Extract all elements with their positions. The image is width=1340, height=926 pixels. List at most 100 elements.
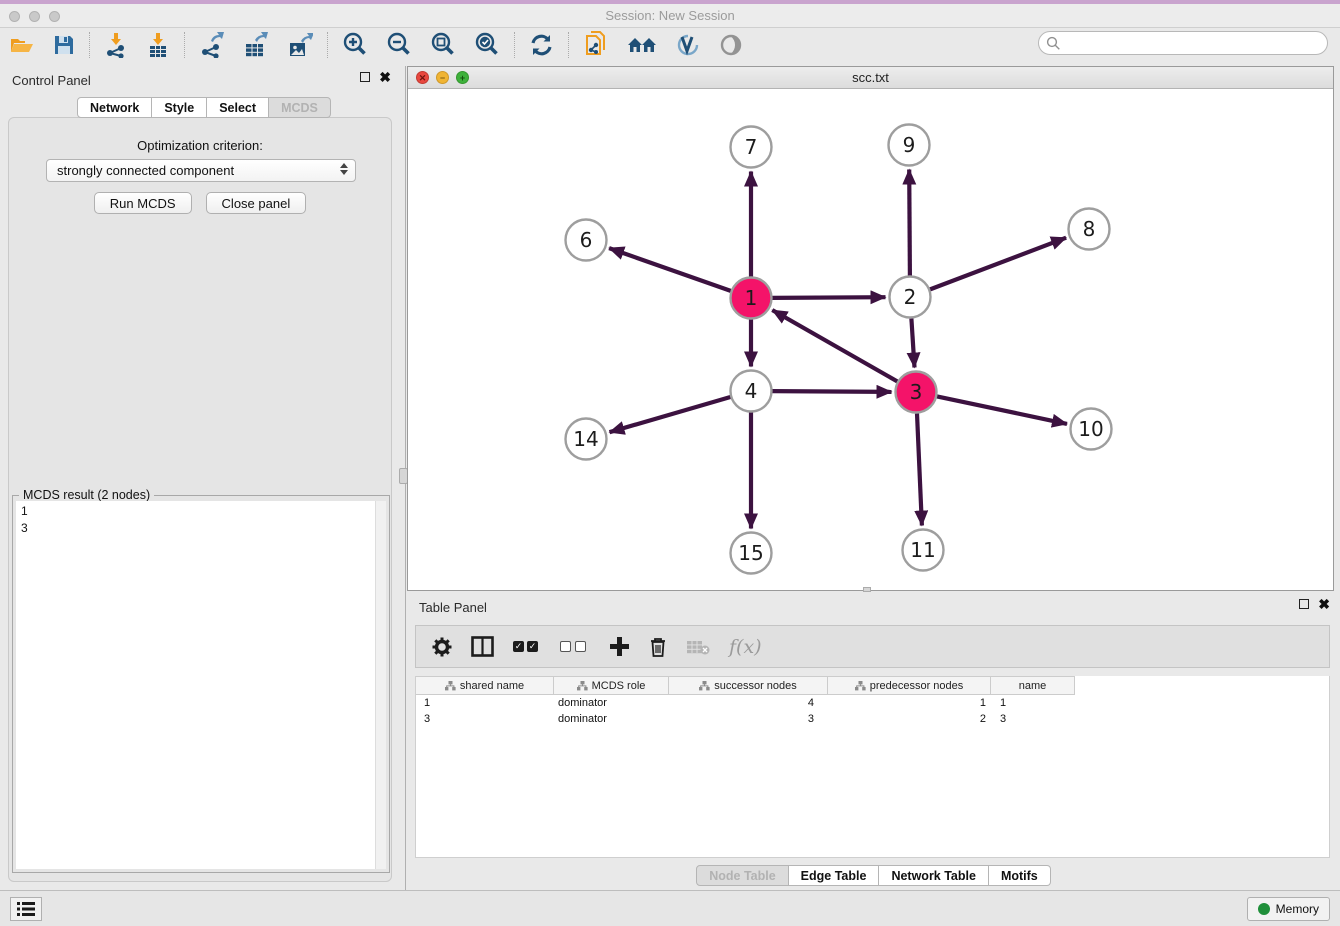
table-cell[interactable]: 3 — [991, 711, 1075, 727]
column-header-name[interactable]: name — [991, 676, 1075, 695]
tab-style[interactable]: Style — [152, 97, 207, 118]
zoom-selected-button[interactable] — [465, 30, 509, 60]
graphics-details-button[interactable] — [666, 30, 710, 60]
table-cell[interactable]: dominator — [554, 711, 669, 727]
function-builder-button[interactable]: f(x) — [729, 636, 762, 658]
save-session-button[interactable] — [44, 30, 84, 60]
column-label: successor nodes — [714, 680, 797, 692]
refresh-button[interactable] — [520, 30, 563, 60]
column-header-predecessor-nodes[interactable]: predecessor nodes — [828, 676, 991, 695]
toolbar-separator — [514, 32, 515, 58]
open-session-button[interactable] — [0, 30, 44, 60]
tab-mcds[interactable]: MCDS — [269, 97, 331, 118]
graph-edge[interactable] — [917, 414, 922, 526]
table-row[interactable]: 3dominator323 — [416, 711, 1329, 727]
mcds-result-title: MCDS result (2 nodes) — [19, 488, 154, 502]
show-hide-details-button[interactable] — [710, 30, 752, 60]
close-panel-button[interactable]: Close panel — [206, 192, 307, 214]
zoom-in-button[interactable] — [333, 30, 377, 60]
graph-edge[interactable] — [909, 170, 910, 276]
search-input[interactable] — [1065, 34, 1327, 52]
table-cell[interactable]: 1 — [416, 695, 554, 711]
column-header-mcds-role[interactable]: MCDS role — [554, 676, 669, 695]
task-history-button[interactable] — [10, 897, 42, 921]
import-table-button[interactable] — [137, 30, 179, 60]
optimization-criterion-select[interactable]: strongly connected component — [46, 159, 356, 182]
graph-node-label: 11 — [910, 538, 935, 562]
export-network-icon — [199, 32, 225, 58]
table-tabs: Node Table Edge Table Network Table Moti… — [407, 865, 1340, 886]
float-table-panel-icon[interactable] — [1299, 599, 1309, 609]
column-label: shared name — [460, 680, 524, 692]
tab-motifs[interactable]: Motifs — [989, 865, 1051, 886]
mcds-result-text[interactable]: 1 3 — [16, 501, 386, 869]
memory-button[interactable]: Memory — [1247, 897, 1330, 921]
close-panel-icon[interactable]: ✖ — [379, 72, 391, 82]
horizontal-split-handle[interactable] — [863, 587, 871, 592]
dropdown-arrows-icon — [340, 163, 348, 175]
export-image-button[interactable] — [278, 30, 322, 60]
column-label: name — [1019, 680, 1047, 692]
delete-table-button[interactable] — [686, 638, 710, 656]
select-all-button[interactable]: ✓ ✓ — [513, 641, 541, 652]
graph-canvas[interactable]: 1234678910111415 — [408, 89, 1333, 590]
add-column-button[interactable] — [609, 636, 630, 657]
table-cell[interactable]: 1 — [991, 695, 1075, 711]
table-cell[interactable]: 3 — [416, 711, 554, 727]
tab-network-table[interactable]: Network Table — [879, 865, 989, 886]
graph-edge[interactable] — [772, 310, 897, 381]
column-header-successor-nodes[interactable]: successor nodes — [669, 676, 828, 695]
graph-node-label: 1 — [745, 286, 758, 310]
table-cell[interactable]: 1 — [828, 695, 991, 711]
close-table-panel-icon[interactable]: ✖ — [1318, 599, 1330, 609]
table-cell[interactable]: 3 — [669, 711, 828, 727]
zoom-in-icon — [342, 32, 368, 58]
home-layout-button[interactable] — [618, 30, 666, 60]
main-toolbar — [0, 28, 1340, 62]
run-mcds-button[interactable]: Run MCDS — [94, 192, 192, 214]
delete-table-icon — [686, 638, 710, 656]
table-settings-button[interactable] — [432, 637, 452, 657]
control-panel-header: Control Panel ✖ — [0, 66, 405, 94]
zoom-fit-button[interactable] — [421, 30, 465, 60]
export-image-icon — [287, 32, 313, 58]
result-scrollbar[interactable] — [375, 501, 386, 869]
plus-icon — [609, 636, 630, 657]
export-network-button[interactable] — [190, 30, 234, 60]
graph-node-label: 10 — [1078, 417, 1103, 441]
tab-edge-table[interactable]: Edge Table — [789, 865, 880, 886]
toolbar-separator — [568, 32, 569, 58]
export-table-icon — [243, 32, 269, 58]
graph-edge[interactable] — [773, 391, 892, 392]
zoom-fit-icon — [430, 32, 456, 58]
clone-network-button[interactable] — [574, 30, 618, 60]
clone-network-icon — [583, 31, 609, 59]
graphics-details-icon — [675, 33, 701, 57]
open-folder-icon — [9, 33, 35, 57]
column-view-button[interactable] — [471, 636, 494, 657]
graph-edge[interactable] — [911, 319, 914, 368]
table-cell[interactable]: 2 — [828, 711, 991, 727]
graph-node-label: 7 — [745, 135, 758, 159]
table-row[interactable]: 1dominator411 — [416, 695, 1329, 711]
tab-select[interactable]: Select — [207, 97, 269, 118]
main-titlebar: Session: New Session — [0, 4, 1340, 28]
export-table-button[interactable] — [234, 30, 278, 60]
graph-edge[interactable] — [609, 248, 731, 291]
graph-edge[interactable] — [773, 297, 886, 298]
graph-node-label: 6 — [580, 228, 593, 252]
graph-node-label: 8 — [1083, 217, 1096, 241]
graph-edge[interactable] — [930, 238, 1066, 290]
column-header-shared-name[interactable]: shared name — [416, 676, 554, 695]
table-cell[interactable]: 4 — [669, 695, 828, 711]
unselect-all-button[interactable] — [560, 641, 590, 652]
tab-network[interactable]: Network — [77, 97, 152, 118]
import-network-button[interactable] — [95, 30, 137, 60]
float-panel-icon[interactable] — [360, 72, 370, 82]
zoom-out-button[interactable] — [377, 30, 421, 60]
graph-edge[interactable] — [937, 396, 1067, 424]
delete-column-button[interactable] — [649, 636, 667, 657]
table-cell[interactable]: dominator — [554, 695, 669, 711]
graph-edge[interactable] — [610, 397, 731, 432]
tab-node-table[interactable]: Node Table — [696, 865, 788, 886]
